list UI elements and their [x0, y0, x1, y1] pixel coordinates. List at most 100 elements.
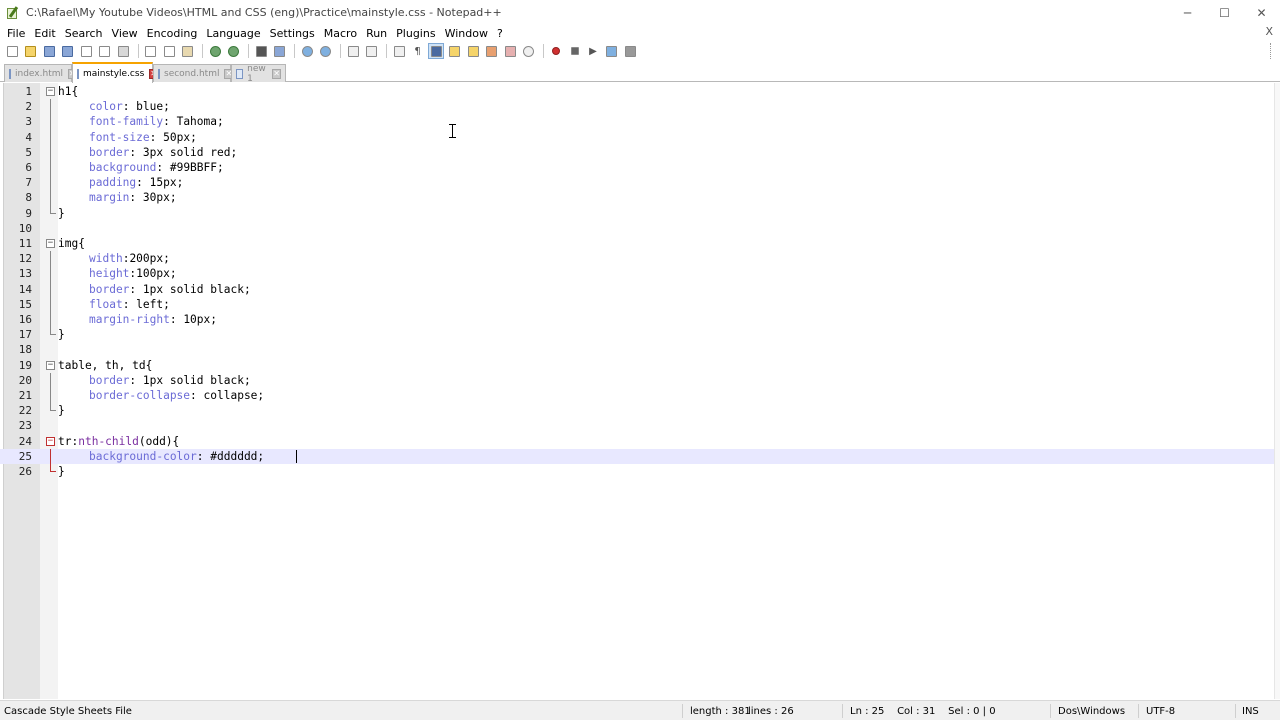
- indent-guide-icon[interactable]: [428, 43, 444, 59]
- find-icon[interactable]: [253, 43, 269, 59]
- function-list-icon[interactable]: [484, 43, 500, 59]
- code-text[interactable]: float: left;: [58, 298, 170, 311]
- code-text[interactable]: border: 3px solid red;: [58, 146, 237, 159]
- code-text[interactable]: font-family: Tahoma;: [58, 115, 224, 128]
- code-line[interactable]: 10: [0, 221, 1274, 236]
- code-line[interactable]: 16 margin-right: 10px;: [0, 312, 1274, 328]
- code-text[interactable]: background: #99BBFF;: [58, 161, 224, 174]
- code-line[interactable]: 6 background: #99BBFF;: [0, 160, 1274, 176]
- toolbar-gripper[interactable]: [1270, 43, 1276, 59]
- close-document-button[interactable]: X: [1265, 25, 1273, 38]
- code-text[interactable]: background-color: #dddddd;: [58, 450, 264, 463]
- sync-vertical-icon[interactable]: [345, 43, 361, 59]
- save-all-icon[interactable]: [60, 43, 76, 59]
- show-all-characters-icon[interactable]: ¶: [410, 43, 426, 59]
- code-text[interactable]: margin-right: 10px;: [58, 313, 217, 326]
- zoom-in-icon[interactable]: [299, 43, 315, 59]
- menu-language[interactable]: Language: [202, 27, 264, 40]
- user-language-icon[interactable]: [447, 43, 463, 59]
- run-macro-multiple-icon[interactable]: [604, 43, 620, 59]
- word-wrap-icon[interactable]: [391, 43, 407, 59]
- code-text[interactable]: tr:nth-child(odd){: [58, 435, 179, 448]
- close-tab-icon[interactable]: ✕: [272, 68, 281, 79]
- code-line[interactable]: 1 − h1{: [0, 84, 1274, 99]
- code-line[interactable]: 11 − img{: [0, 236, 1274, 251]
- stop-recording-icon[interactable]: [567, 43, 583, 59]
- tab-mainstyle-css[interactable]: mainstyle.css ✕: [72, 62, 158, 83]
- code-line[interactable]: 3 font-family: Tahoma;: [0, 114, 1274, 130]
- code-line[interactable]: 9}: [0, 205, 1274, 221]
- menu-view[interactable]: View: [108, 27, 142, 40]
- close-file-icon[interactable]: [78, 43, 94, 59]
- print-icon[interactable]: [115, 43, 131, 59]
- folder-as-workspace-icon[interactable]: [502, 43, 518, 59]
- code-text[interactable]: height:100px;: [58, 267, 177, 280]
- menu-file[interactable]: File: [3, 27, 29, 40]
- code-text[interactable]: border-collapse: collapse;: [58, 389, 264, 402]
- menu-settings[interactable]: Settings: [266, 27, 319, 40]
- code-line[interactable]: 7 padding: 15px;: [0, 175, 1274, 191]
- menu-macro[interactable]: Macro: [320, 27, 361, 40]
- code-text[interactable]: img{: [58, 237, 85, 250]
- tab-index-html[interactable]: index.html ✕: [4, 64, 77, 82]
- paste-icon[interactable]: [180, 43, 196, 59]
- code-line[interactable]: 20 border: 1px solid black;: [0, 372, 1274, 388]
- code-line[interactable]: 19 − table, th, td{: [0, 358, 1274, 373]
- code-line[interactable]: 18: [0, 342, 1274, 357]
- code-line[interactable]: 21 border-collapse: collapse;: [0, 388, 1274, 404]
- code-line[interactable]: 15 float: left;: [0, 296, 1274, 312]
- fold-collapse-icon[interactable]: −: [46, 436, 55, 446]
- record-macro-icon[interactable]: [548, 43, 564, 59]
- code-text[interactable]: table, th, td{: [58, 359, 152, 372]
- menu-window[interactable]: Window: [441, 27, 492, 40]
- code-line[interactable]: 17}: [0, 327, 1274, 342]
- replace-icon[interactable]: [272, 43, 288, 59]
- new-file-icon[interactable]: [4, 43, 20, 59]
- code-editor[interactable]: 1− h1{2 color: blue; 3 font-family: Tahoma; 4…: [0, 83, 1280, 699]
- menu-run[interactable]: Run: [362, 27, 391, 40]
- sync-horizontal-icon[interactable]: [364, 43, 380, 59]
- code-line[interactable]: 25 background-color: #dddddd;: [0, 448, 1274, 464]
- code-line[interactable]: 26}: [0, 464, 1274, 479]
- playback-macro-icon[interactable]: ▶: [585, 43, 601, 59]
- tab-new-1[interactable]: new 1 ✕: [231, 64, 286, 84]
- document-map-icon[interactable]: [465, 43, 481, 59]
- vertical-scrollbar[interactable]: [1274, 83, 1280, 699]
- open-file-icon[interactable]: [23, 43, 39, 59]
- close-all-icon[interactable]: [97, 43, 113, 59]
- code-text[interactable]: padding: 15px;: [58, 176, 183, 189]
- cut-icon[interactable]: [143, 43, 159, 59]
- code-line[interactable]: 4 font-size: 50px;: [0, 129, 1274, 145]
- code-text[interactable]: color: blue;: [58, 100, 170, 113]
- menu-plugins[interactable]: Plugins: [392, 27, 439, 40]
- code-line[interactable]: 22}: [0, 403, 1274, 418]
- zoom-out-icon[interactable]: [318, 43, 334, 59]
- monitoring-icon[interactable]: [521, 43, 537, 59]
- code-text[interactable]: margin: 30px;: [58, 191, 177, 204]
- code-text[interactable]: h1{: [58, 85, 78, 98]
- code-text[interactable]: font-size: 50px;: [58, 131, 197, 144]
- menu-edit[interactable]: Edit: [30, 27, 59, 40]
- code-line[interactable]: 14 border: 1px solid black;: [0, 281, 1274, 297]
- minimize-button[interactable]: ─: [1169, 0, 1206, 25]
- code-line[interactable]: 24 − tr:nth-child(odd){: [0, 434, 1274, 449]
- save-macro-icon[interactable]: [622, 43, 638, 59]
- menu-encoding[interactable]: Encoding: [143, 27, 202, 40]
- code-line[interactable]: 23: [0, 418, 1274, 433]
- code-line[interactable]: 12 width:200px;: [0, 251, 1274, 267]
- copy-icon[interactable]: [161, 43, 177, 59]
- code-text[interactable]: }: [58, 328, 65, 341]
- menu-search[interactable]: Search: [61, 27, 107, 40]
- tab-second-html[interactable]: second.html ✕: [153, 64, 234, 82]
- fold-collapse-icon[interactable]: −: [46, 239, 55, 248]
- redo-icon[interactable]: [226, 43, 242, 59]
- code-line[interactable]: 2 color: blue;: [0, 99, 1274, 115]
- code-line[interactable]: 13 height:100px;: [0, 266, 1274, 282]
- code-line[interactable]: 5 border: 3px solid red;: [0, 144, 1274, 160]
- code-text[interactable]: width:200px;: [58, 252, 170, 265]
- code-text[interactable]: }: [58, 207, 65, 220]
- close-window-button[interactable]: ✕: [1243, 0, 1280, 25]
- undo-icon[interactable]: [207, 43, 223, 59]
- code-text[interactable]: }: [58, 465, 65, 478]
- menu-help[interactable]: ?: [493, 27, 507, 40]
